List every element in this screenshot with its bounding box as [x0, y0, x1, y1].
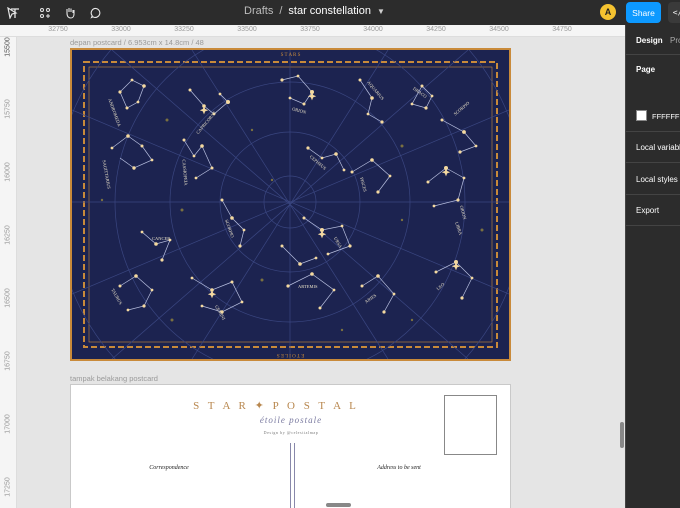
postcard-back-frame[interactable]: S T A R ✦ P O S T A L étoile postale Des…	[70, 384, 511, 508]
ruler-vertical: 15500 15750 16000 16250 16500 16750 1700…	[0, 37, 17, 508]
star-map-header: S T A R S	[280, 53, 301, 58]
panel-divider	[626, 162, 680, 163]
constellation-label: CANCER	[152, 236, 171, 241]
file-title[interactable]: star constellation	[288, 5, 371, 17]
export-button[interactable]: Export	[636, 206, 659, 215]
postcard-divider	[290, 443, 291, 508]
hand-tool-icon[interactable]	[60, 3, 80, 22]
ruler-tick: 16000	[4, 162, 12, 182]
comment-tool-icon[interactable]	[86, 3, 106, 22]
design-canvas[interactable]: depan postcard / 6.953cm x 14.8cm / 48 S…	[18, 38, 625, 508]
figma-app: Drafts / star constellation ▼ A Share </…	[0, 0, 680, 508]
tab-prototype[interactable]: Pro	[670, 36, 680, 45]
panel-divider	[626, 194, 680, 195]
breadcrumb-drafts[interactable]: Drafts	[244, 5, 273, 17]
local-styles-button[interactable]: Local styles	[636, 175, 678, 184]
page-color-swatch[interactable]	[636, 110, 647, 121]
ruler-tick: 33750	[300, 26, 320, 33]
page-color-value[interactable]: FFFFFF	[652, 112, 680, 121]
ruler-horizontal: 32750 33000 33250 33500 33750 34000 3425…	[0, 25, 625, 37]
back-frame-label[interactable]: tampak belakang postcard	[70, 374, 158, 383]
dev-mode-button[interactable]: </>	[668, 2, 680, 23]
front-frame-label[interactable]: depan postcard / 6.953cm x 14.8cm / 48	[70, 38, 204, 47]
ruler-tick: 34000	[363, 26, 383, 33]
local-variables-button[interactable]: Local variables	[636, 143, 680, 152]
ruler-tick: 15750	[4, 99, 12, 119]
stamp-box	[444, 395, 497, 455]
ruler-tick: 34250	[426, 26, 446, 33]
components-tool-icon[interactable]	[35, 3, 55, 22]
ruler-tick: 17250	[4, 477, 12, 497]
breadcrumb-separator: /	[279, 5, 283, 17]
ruler-tick: 15500	[4, 37, 12, 57]
avatar[interactable]: A	[600, 4, 616, 20]
ruler-tick: 33000	[111, 26, 131, 33]
postcard-front-frame[interactable]: S T A R S É T O I L E S ANDROMEDA CAPRIC…	[70, 48, 511, 361]
breadcrumb: Drafts / star constellation ▼	[244, 5, 385, 17]
postcard-credit: Design by @celestialmap	[263, 430, 319, 435]
panel-tabs: Design Pro	[626, 25, 680, 55]
properties-panel: Design Pro Page FFFFFF Local variables L…	[625, 25, 680, 508]
vertical-scrollbar[interactable]	[620, 422, 624, 448]
postcard-divider	[294, 443, 295, 508]
panel-divider	[626, 225, 680, 226]
star-map-illustration	[72, 50, 509, 359]
ruler-tick: 34500	[489, 26, 509, 33]
tab-design[interactable]: Design	[636, 36, 663, 45]
star-map-footer: É T O I L E S	[276, 352, 305, 357]
postcard-subtitle: étoile postale	[259, 415, 323, 425]
text-tool-icon[interactable]	[9, 3, 21, 22]
ruler-tick: 33500	[237, 26, 257, 33]
address-label: Address to be sent	[377, 465, 421, 471]
chevron-down-icon[interactable]: ▼	[377, 7, 385, 16]
correspondence-label: Correspondence	[149, 465, 189, 471]
constellation-label: ARTEMIS	[298, 284, 318, 289]
page-heading: Page	[636, 65, 656, 74]
panel-divider	[626, 131, 680, 132]
ruler-tick: 33250	[174, 26, 194, 33]
ruler-tick: 16750	[4, 351, 12, 371]
ruler-tick: 32750	[48, 26, 68, 33]
postcard-title: S T A R ✦ P O S T A L	[193, 400, 359, 412]
ruler-tick: 16250	[4, 225, 12, 245]
ruler-tick: 34750	[552, 26, 572, 33]
share-button[interactable]: Share	[626, 2, 661, 23]
star-map-artwork: S T A R S É T O I L E S ANDROMEDA CAPRIC…	[72, 50, 509, 359]
ruler-tick: 16500	[4, 288, 12, 308]
horizontal-scrollbar[interactable]	[326, 503, 351, 507]
ruler-tick: 17000	[4, 414, 12, 434]
top-toolbar: Drafts / star constellation ▼ A Share </…	[0, 0, 680, 25]
